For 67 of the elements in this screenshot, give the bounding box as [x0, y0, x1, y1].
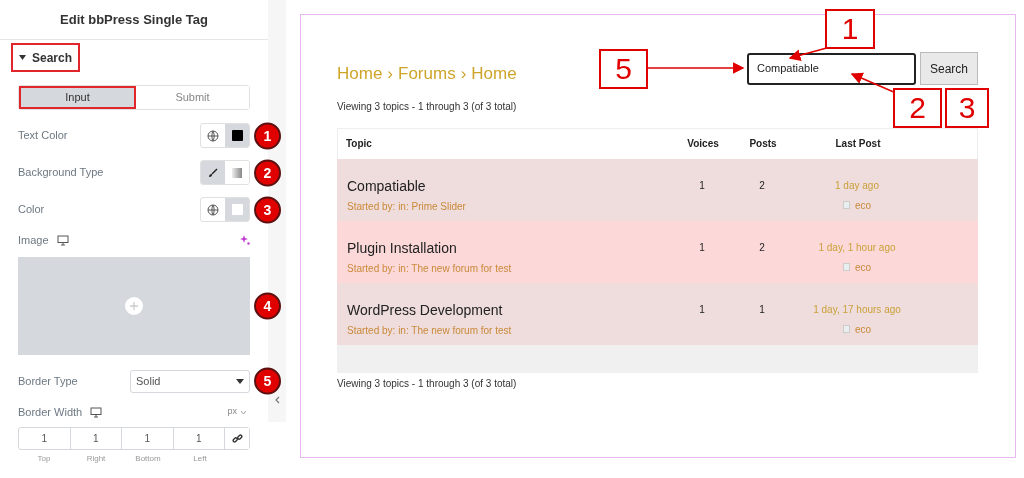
table-cell-text: 2 — [758, 240, 766, 255]
dimension-label: Right — [85, 453, 107, 465]
number-badge: 3 — [254, 196, 281, 223]
gradient-icon — [232, 167, 242, 178]
color-control[interactable] — [200, 123, 250, 148]
monitor-icon — [90, 406, 103, 418]
chevron-down-icon — [241, 410, 246, 414]
search-button[interactable]: Search — [920, 52, 978, 85]
section-header[interactable]: Search — [11, 43, 81, 72]
caret-icon — [236, 378, 244, 384]
control-label: Border Type — [18, 373, 78, 389]
monitor-icon — [56, 234, 69, 246]
number-badge: 1 — [254, 122, 281, 149]
border-type-select[interactable]: Solid — [130, 369, 250, 393]
topic-title[interactable]: Compatiable — [347, 176, 667, 195]
unit-selector[interactable]: px — [227, 405, 250, 419]
collapse-chevron-icon[interactable] — [274, 396, 280, 404]
table-cell-text: 1 — [698, 178, 706, 193]
brush-icon — [208, 167, 218, 178]
column-header: Voices — [686, 137, 720, 151]
tab[interactable]: Input — [19, 86, 136, 109]
dimension-label: Left — [192, 453, 208, 465]
topics-summary: Viewing 3 topics - 1 through 3 (of 3 total) — [337, 376, 517, 391]
caret-icon — [19, 55, 26, 60]
dimension-label: Bottom — [134, 453, 162, 465]
topics-summary: Viewing 3 topics - 1 through 3 (of 3 total) — [337, 99, 517, 114]
plus-icon — [125, 297, 143, 315]
column-header: Last Post — [834, 137, 882, 151]
column-header: Topic — [345, 137, 373, 151]
control-label: Text Color — [18, 128, 68, 144]
dimension-input[interactable]: 1 — [122, 428, 174, 449]
avatar-icon — [842, 325, 850, 333]
number-badge: 2 — [254, 159, 281, 186]
globe-icon — [207, 203, 219, 216]
number-badge: 4 — [254, 292, 281, 320]
breadcrumb-separator: › — [387, 63, 394, 85]
callout-label: 5 — [599, 49, 648, 89]
avatar-icon — [842, 201, 850, 209]
callout-label: 3 — [945, 88, 989, 128]
table-cell-text: 1 — [758, 302, 766, 317]
dimension-input[interactable]: 1 — [70, 428, 122, 449]
callout-label: 2 — [893, 88, 942, 128]
table-cell-text: 1 — [698, 240, 706, 255]
brush-option[interactable] — [201, 161, 225, 184]
search-field[interactable]: Compatiable — [747, 52, 916, 85]
topic-title[interactable]: WordPress Development — [347, 300, 667, 319]
dimension-label: Top — [36, 453, 52, 465]
avatar-icon — [842, 263, 850, 271]
control-label: Background Type — [18, 165, 104, 181]
breadcrumb-separator: › — [460, 63, 467, 85]
topic-meta: Started by: in: The new forum for test — [347, 323, 513, 338]
topic-meta: Started by: in: The new forum for test — [347, 261, 513, 276]
link-icon — [231, 433, 243, 444]
table-cell-text: 1 — [698, 302, 706, 317]
globe-icon — [207, 129, 219, 142]
color-control[interactable] — [200, 197, 250, 222]
dimension-input[interactable]: 1 — [19, 428, 71, 449]
table-cell-text: 2 — [758, 178, 766, 193]
control-label: Image — [18, 232, 49, 248]
topic-title[interactable]: Plugin Installation — [347, 238, 667, 257]
control-label: Border Width — [18, 404, 83, 420]
sparkle-icon[interactable] — [240, 235, 250, 245]
panel-title: Edit bbPress Single Tag — [60, 10, 208, 29]
column-header: Posts — [748, 137, 778, 151]
control-label: Color — [18, 202, 45, 218]
topic-meta: Started by: in: Prime Slider — [347, 199, 467, 214]
callout-label: 1 — [825, 9, 875, 49]
